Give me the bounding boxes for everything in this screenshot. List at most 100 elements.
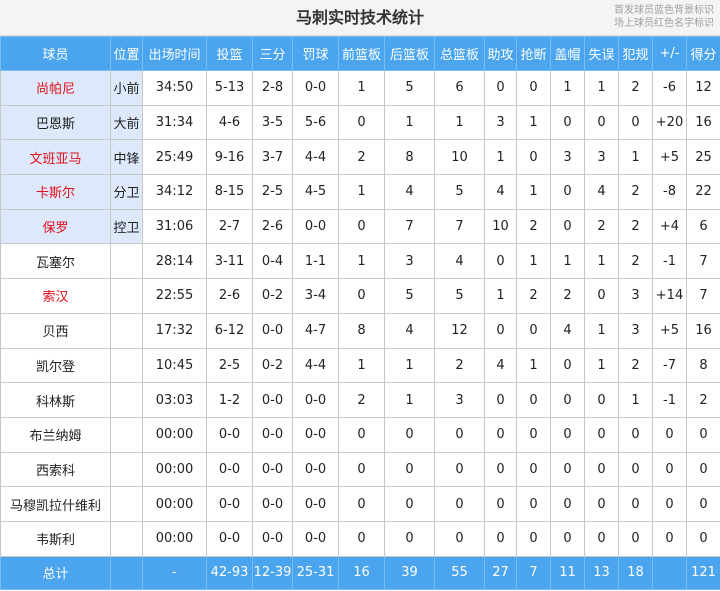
stat-cell-pts: 0 bbox=[686, 451, 720, 488]
stat-cell-min: 03:03 bbox=[142, 382, 207, 418]
player-name-link[interactable]: 布兰纳姆 bbox=[0, 416, 111, 453]
stat-cell-oreb: 1 bbox=[338, 243, 385, 280]
stat-cell-blk: 0 bbox=[550, 174, 585, 210]
stat-cell-ast: 3 bbox=[484, 104, 517, 141]
col-header[interactable]: 盖帽 bbox=[550, 36, 585, 71]
stat-cell-pts: 12 bbox=[686, 70, 720, 106]
stat-cell-oreb: 0 bbox=[338, 520, 385, 557]
col-header[interactable]: 失误 bbox=[584, 36, 619, 71]
stat-cell-reb: 7 bbox=[434, 208, 485, 245]
stat-cell-fg: 9-16 bbox=[206, 139, 253, 176]
stat-cell-ast: 4 bbox=[484, 174, 517, 210]
player-name-link[interactable]: 卡斯尔 bbox=[0, 174, 111, 210]
stat-cell-ast: 1 bbox=[484, 139, 517, 176]
stat-cell-ast: 0 bbox=[484, 243, 517, 280]
stat-cell-stl: 1 bbox=[516, 174, 551, 210]
player-name-link[interactable]: 索汉 bbox=[0, 278, 111, 314]
stat-cell-pm: -7 bbox=[652, 347, 687, 384]
stat-cell-pos bbox=[110, 278, 143, 314]
player-name-link[interactable]: 凯尔登 bbox=[0, 347, 111, 384]
col-header[interactable]: 出场时间 bbox=[142, 36, 207, 71]
col-header[interactable]: 前篮板 bbox=[338, 36, 385, 71]
stat-cell-ft: 0-0 bbox=[292, 382, 339, 418]
totals-cell: 7 bbox=[516, 555, 551, 590]
stat-cell-pos bbox=[110, 382, 143, 418]
stat-cell-ft: 0-0 bbox=[292, 208, 339, 245]
stat-cell-min: 34:12 bbox=[142, 174, 207, 210]
stat-cell-dreb: 5 bbox=[384, 70, 435, 106]
stat-cell-pm: -6 bbox=[652, 70, 687, 106]
col-header[interactable]: 总篮板 bbox=[434, 36, 485, 71]
stat-cell-stl: 0 bbox=[516, 451, 551, 488]
player-name-link[interactable]: 文班亚马 bbox=[0, 139, 111, 176]
stat-cell-fg: 1-2 bbox=[206, 382, 253, 418]
player-name-link[interactable]: 韦斯利 bbox=[0, 520, 111, 557]
stat-cell-pf: 0 bbox=[618, 416, 653, 453]
col-header[interactable]: 球员 bbox=[0, 36, 111, 71]
totals-label: 总计 bbox=[0, 555, 111, 590]
stat-cell-pf: 3 bbox=[618, 312, 653, 349]
stat-cell-min: 00:00 bbox=[142, 416, 207, 453]
stat-cell-tp: 0-0 bbox=[252, 312, 293, 349]
stat-cell-tp: 0-2 bbox=[252, 347, 293, 384]
player-name-link[interactable]: 科林斯 bbox=[0, 382, 111, 418]
stat-cell-blk: 3 bbox=[550, 139, 585, 176]
stat-cell-oreb: 2 bbox=[338, 382, 385, 418]
stat-cell-fg: 5-13 bbox=[206, 70, 253, 106]
stat-cell-min: 00:00 bbox=[142, 520, 207, 557]
stat-cell-pf: 0 bbox=[618, 104, 653, 141]
stat-cell-tov: 0 bbox=[584, 416, 619, 453]
totals-cell: 55 bbox=[434, 555, 485, 590]
stat-cell-ast: 4 bbox=[484, 347, 517, 384]
player-name-link[interactable]: 瓦塞尔 bbox=[0, 243, 111, 280]
totals-cell: 18 bbox=[618, 555, 653, 590]
stat-cell-fg: 4-6 bbox=[206, 104, 253, 141]
stat-cell-pos: 大前 bbox=[110, 104, 143, 141]
player-name-link[interactable]: 西索科 bbox=[0, 451, 111, 488]
col-header[interactable]: 助攻 bbox=[484, 36, 517, 71]
col-header[interactable]: 投篮 bbox=[206, 36, 253, 71]
col-header[interactable]: 抢断 bbox=[516, 36, 551, 71]
stat-cell-reb: 5 bbox=[434, 278, 485, 314]
stat-cell-tp: 0-2 bbox=[252, 278, 293, 314]
stat-cell-min: 22:55 bbox=[142, 278, 207, 314]
stat-cell-pf: 2 bbox=[618, 174, 653, 210]
player-name-link[interactable]: 保罗 bbox=[0, 208, 111, 245]
col-header[interactable]: +/- bbox=[652, 36, 687, 71]
player-name-link[interactable]: 贝西 bbox=[0, 312, 111, 349]
stat-cell-dreb: 4 bbox=[384, 312, 435, 349]
stat-cell-ast: 0 bbox=[484, 382, 517, 418]
stat-cell-pf: 0 bbox=[618, 451, 653, 488]
table-row: 瓦塞尔 28:14 3-11 0-4 1-1 1 3 4 0 1 1 1 2 -1 7 bbox=[0, 243, 720, 280]
stat-cell-reb: 3 bbox=[434, 382, 485, 418]
col-header[interactable]: 后篮板 bbox=[384, 36, 435, 71]
player-name-link[interactable]: 尚帕尼 bbox=[0, 70, 111, 106]
stat-cell-pm: 0 bbox=[652, 451, 687, 488]
col-header[interactable]: 罚球 bbox=[292, 36, 339, 71]
table-row: 凯尔登 10:45 2-5 0-2 4-4 1 1 2 4 1 0 1 2 -7 8 bbox=[0, 347, 720, 384]
stat-cell-ft: 4-4 bbox=[292, 347, 339, 384]
stat-cell-tov: 0 bbox=[584, 382, 619, 418]
stat-cell-pos bbox=[110, 520, 143, 557]
player-rows: 尚帕尼 小前 34:50 5-13 2-8 0-0 1 5 6 0 0 1 1 2 -6 12 巴恩斯 大前 31:… bbox=[0, 70, 720, 557]
stat-cell-stl: 0 bbox=[516, 312, 551, 349]
col-header[interactable]: 犯规 bbox=[618, 36, 653, 71]
player-name-link[interactable]: 马穆凯拉什维利 bbox=[0, 486, 111, 522]
col-header[interactable]: 得分 bbox=[686, 36, 720, 71]
col-header[interactable]: 位置 bbox=[110, 36, 143, 71]
totals-cell bbox=[652, 555, 687, 590]
col-header[interactable]: 三分 bbox=[252, 36, 293, 71]
stat-cell-tp: 0-0 bbox=[252, 486, 293, 522]
totals-cell: 27 bbox=[484, 555, 517, 590]
stat-cell-blk: 0 bbox=[550, 451, 585, 488]
table-row: 布兰纳姆 00:00 0-0 0-0 0-0 0 0 0 0 0 0 0 0 0 0 bbox=[0, 416, 720, 453]
stat-cell-pts: 0 bbox=[686, 486, 720, 522]
stat-cell-dreb: 5 bbox=[384, 278, 435, 314]
player-name-link[interactable]: 巴恩斯 bbox=[0, 104, 111, 141]
stat-cell-reb: 0 bbox=[434, 451, 485, 488]
stat-cell-pos: 中锋 bbox=[110, 139, 143, 176]
stat-cell-blk: 0 bbox=[550, 104, 585, 141]
stat-cell-pts: 7 bbox=[686, 278, 720, 314]
stat-cell-reb: 1 bbox=[434, 104, 485, 141]
stat-cell-pos: 小前 bbox=[110, 70, 143, 106]
